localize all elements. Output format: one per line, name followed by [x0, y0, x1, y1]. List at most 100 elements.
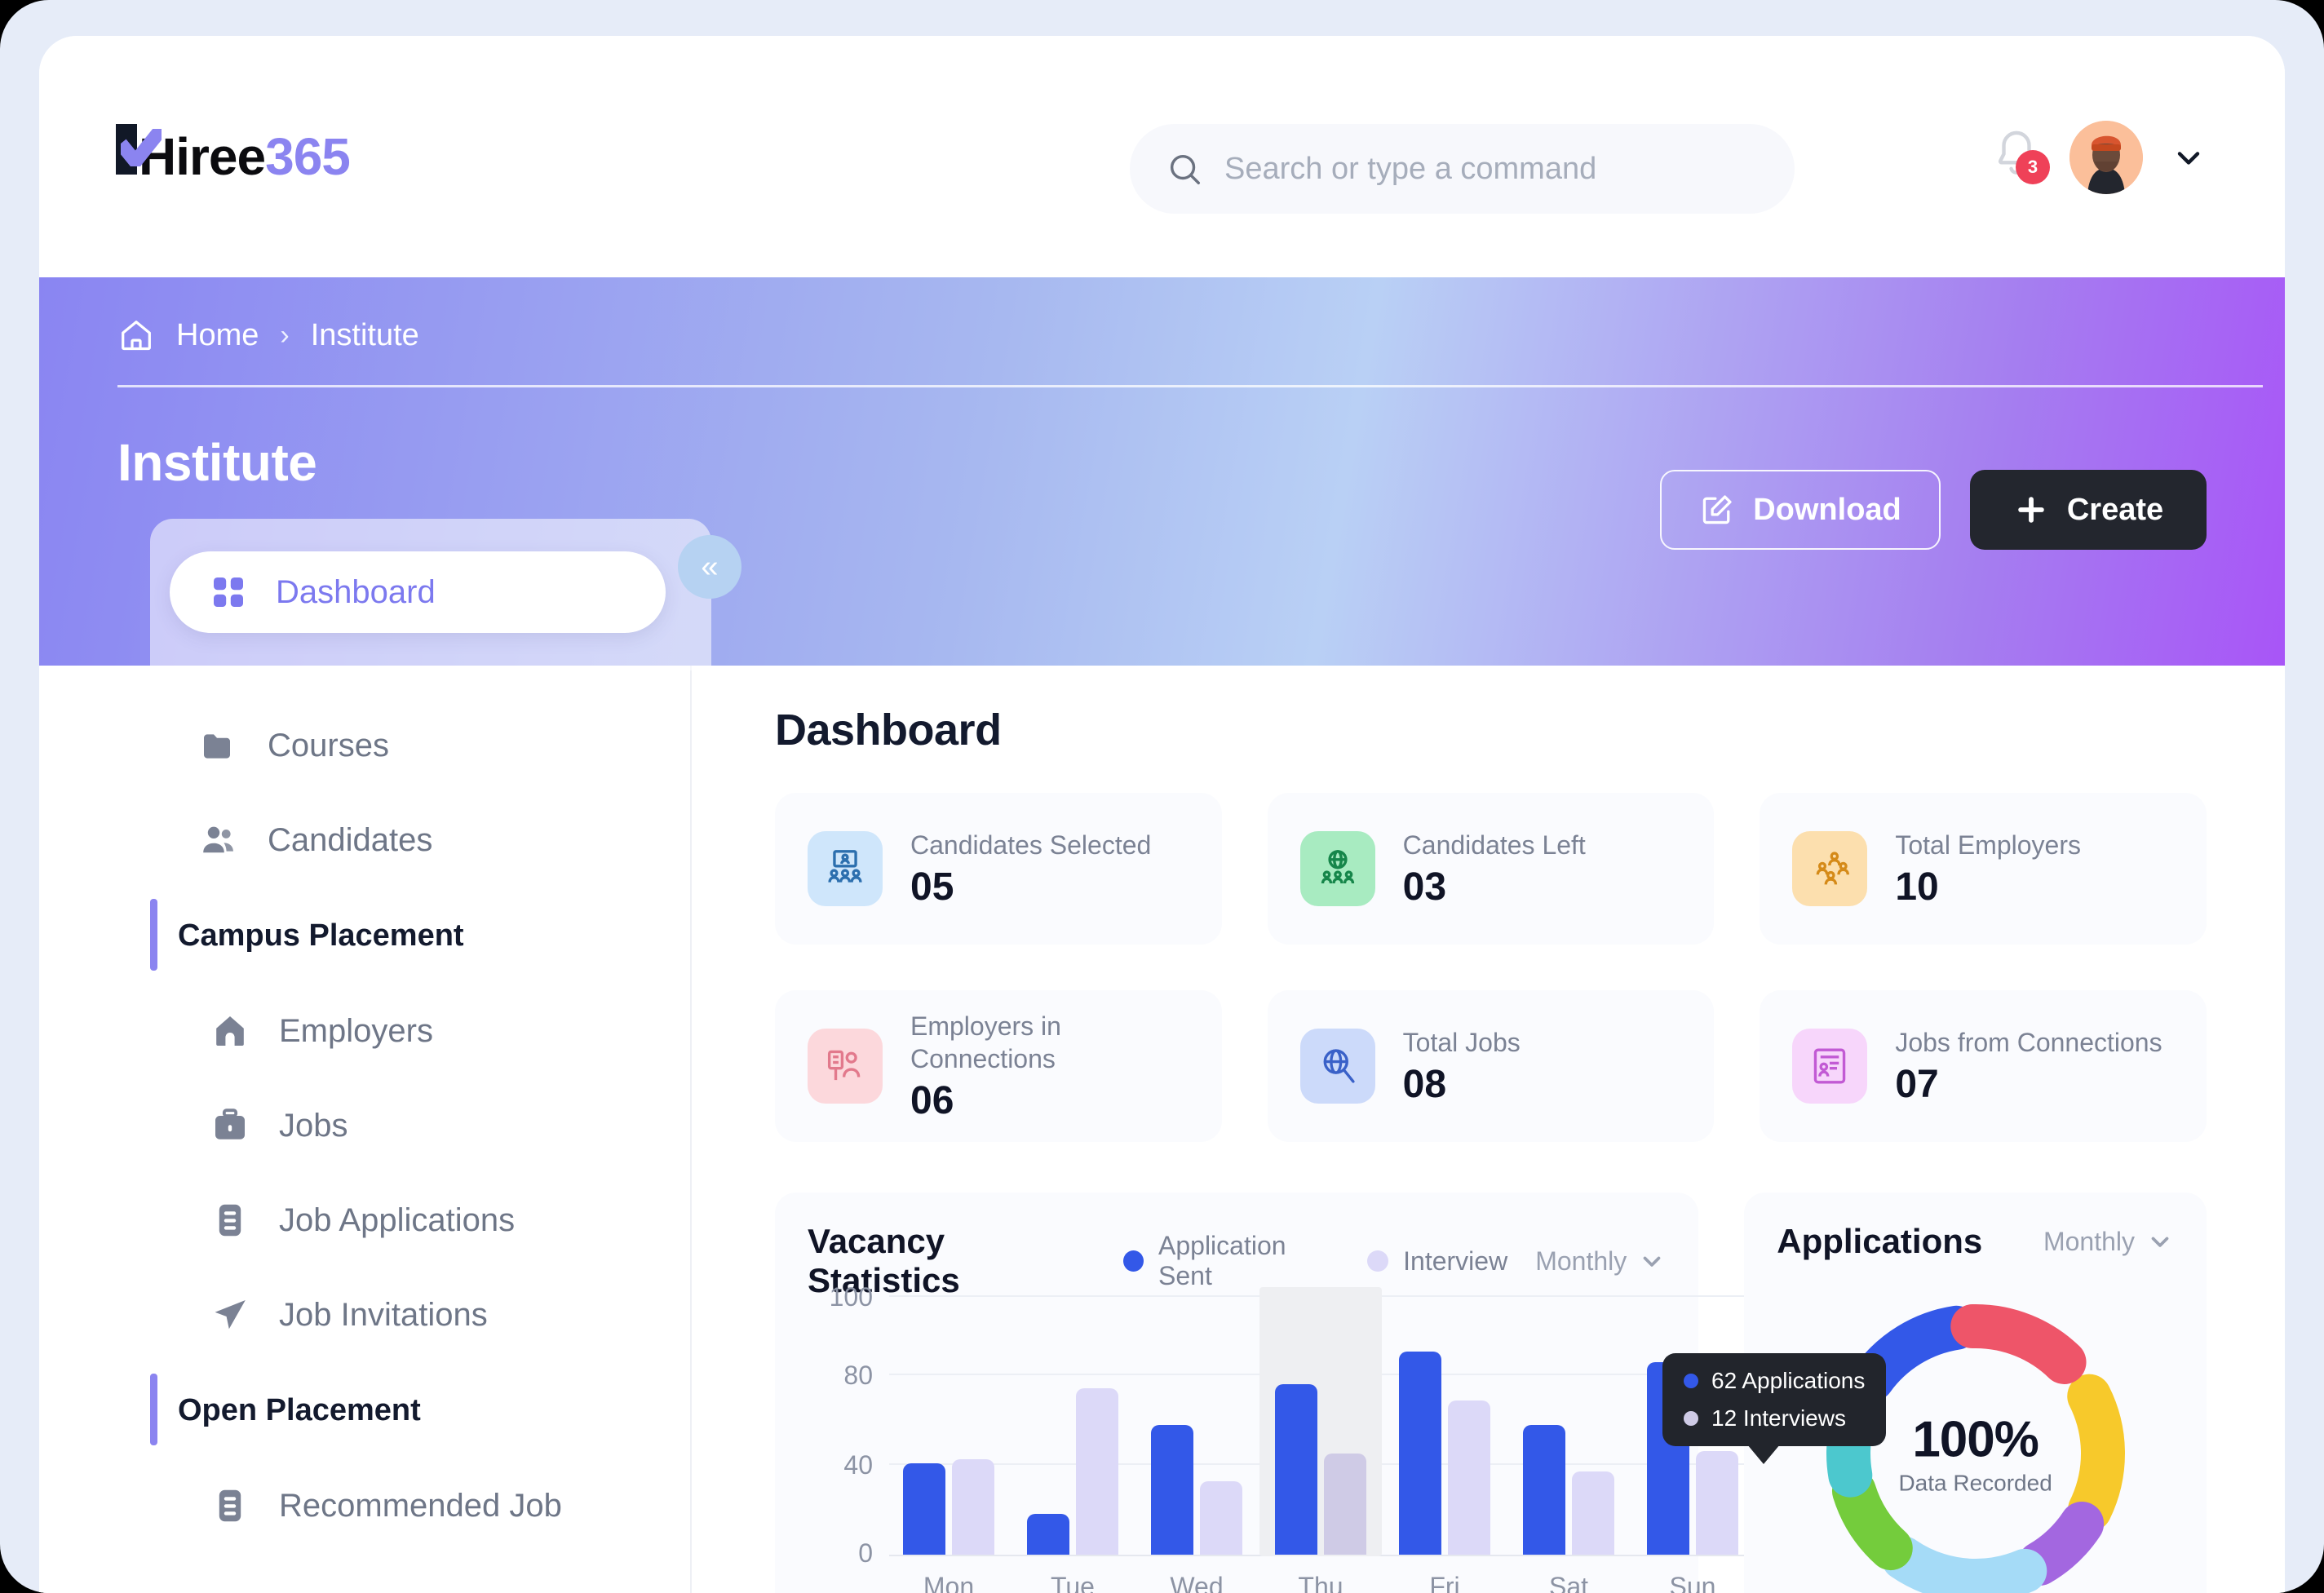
breadcrumb-current: Institute [310, 317, 419, 352]
bar-interview[interactable] [1324, 1454, 1366, 1555]
device-frame: Hiree 365 3 [0, 0, 2324, 1593]
avatar[interactable] [2069, 121, 2143, 194]
search-input[interactable] [1224, 151, 1746, 187]
sidebar-item-employers-label: Employers [279, 1012, 433, 1049]
search-bar[interactable] [1130, 124, 1795, 214]
stat-value: 10 [1895, 865, 1939, 909]
bar-interview[interactable] [1076, 1388, 1118, 1555]
stat-value: 07 [1895, 1062, 1939, 1106]
stat-card-total-employers[interactable]: Total Employers 10 [1760, 793, 2207, 945]
hero-actions: Download Create [1660, 470, 2207, 550]
avatar-image [2069, 121, 2143, 194]
chevron-down-icon [1643, 1256, 1661, 1267]
bar-application-sent[interactable] [1151, 1425, 1193, 1555]
y-tick-80: 80 [843, 1361, 873, 1390]
legend-label-interview: Interview [1403, 1246, 1508, 1276]
create-button[interactable]: Create [1970, 470, 2207, 550]
bar-group-thu[interactable]: 62 Applications 12 Interviews [1259, 1287, 1887, 1556]
app-logo[interactable]: Hiree 365 [116, 124, 351, 183]
sidebar-section-campus-placement-label: Campus Placement [178, 918, 464, 953]
bar-interview[interactable] [1696, 1451, 1738, 1555]
applications-header: Applications Monthly [1777, 1222, 2174, 1261]
bar-application-sent[interactable] [1275, 1384, 1317, 1555]
top-bar: Hiree 365 3 [39, 36, 2285, 245]
donut-percentage: 100% [1912, 1411, 2039, 1468]
bar-interview[interactable] [1200, 1481, 1242, 1555]
sidebar-section-open-placement-label: Open Placement [178, 1392, 421, 1427]
x-label-mon: Mon [923, 1572, 975, 1593]
notifications-button[interactable]: 3 [1991, 127, 2050, 188]
applications-period-label: Monthly [2043, 1226, 2135, 1256]
stat-card-total-jobs[interactable]: Total Jobs 08 [1267, 990, 1715, 1142]
sidebar-item-jobs-label: Jobs [279, 1107, 348, 1144]
bar-application-sent[interactable] [1399, 1352, 1441, 1555]
sidebar-item-recommended-job[interactable]: Recommended Job [39, 1458, 690, 1553]
breadcrumb-home[interactable]: Home [176, 318, 259, 353]
sidebar-item-employers[interactable]: Employers [39, 984, 690, 1078]
legend-dot-application-sent [1123, 1250, 1144, 1272]
stat-card-candidates-selected[interactable]: Candidates Selected 05 [775, 793, 1222, 945]
vacancy-plot-area: 100 80 40 0 62 Applications 12 Interview… [808, 1282, 1887, 1593]
home-icon[interactable] [117, 316, 155, 354]
account-chevron-down-icon[interactable] [2171, 139, 2207, 175]
document-icon [219, 1489, 241, 1522]
legend-label-application-sent: Application Sent [1158, 1231, 1286, 1290]
bar-group-wed[interactable] [1144, 1425, 1250, 1555]
sidebar-item-job-invitations[interactable]: Job Invitations [39, 1268, 690, 1362]
tooltip-dot-interviews [1684, 1411, 1698, 1426]
job-card-icon [1792, 1029, 1868, 1104]
donut-center-label: 100% Data Recorded [1853, 1411, 2098, 1497]
applications-period-dropdown[interactable]: Monthly [2043, 1227, 2174, 1257]
stat-card-employers-in-connections[interactable]: Employers in Connections 06 [775, 990, 1222, 1142]
donut-caption: Data Recorded [1898, 1470, 2052, 1496]
sidebar-nav: Courses Candidates Campus Placement Empl [39, 666, 690, 1553]
bar-interview[interactable] [1448, 1401, 1490, 1555]
send-icon [215, 1300, 246, 1330]
sidebar-item-dashboard-label: Dashboard [276, 573, 436, 610]
vacancy-statistics-header: Vacancy Statistics Application Sent Inte… [808, 1222, 1666, 1300]
stat-value: 03 [1402, 865, 1447, 909]
applications-title: Applications [1777, 1222, 1983, 1260]
sidebar-item-jobs[interactable]: Jobs [39, 1078, 690, 1173]
x-label-sun: Sun [1669, 1572, 1716, 1593]
y-tick-0: 0 [858, 1538, 873, 1568]
chevron-down-icon [2151, 1237, 2169, 1247]
folder-icon [204, 734, 230, 759]
sidebar-item-courses[interactable]: Courses [39, 698, 690, 793]
bar-application-sent[interactable] [1523, 1425, 1565, 1555]
sidebar-item-candidates[interactable]: Candidates [39, 793, 690, 887]
bar-group-tue[interactable] [1020, 1388, 1126, 1555]
stat-card-candidates-left[interactable]: Candidates Left 03 [1267, 793, 1715, 945]
bar-group-mon[interactable] [896, 1459, 1002, 1555]
stat-card-grid: Candidates Selected 05 Candidates Left 0… [775, 793, 2207, 1142]
legend-interview: Interview [1367, 1246, 1507, 1277]
download-button[interactable]: Download [1660, 470, 1941, 550]
sidebar-item-job-applications-label: Job Applications [279, 1201, 516, 1238]
sidebar-section-campus-placement: Campus Placement [39, 887, 690, 984]
stat-card-jobs-from-connections[interactable]: Jobs from Connections 07 [1760, 990, 2207, 1142]
sidebar-item-dashboard[interactable]: Dashboard [170, 551, 666, 633]
chevron-double-left-icon: « [701, 549, 719, 584]
tooltip-applications-label: 62 Applications [1711, 1368, 1866, 1393]
tooltip-interviews-label: 12 Interviews [1711, 1405, 1846, 1431]
sidebar: Dashboard « Courses Candidates Campus Pl… [39, 519, 741, 1593]
download-button-label: Download [1753, 492, 1901, 527]
hero-divider [117, 385, 2263, 387]
breadcrumb-separator: › [280, 319, 290, 351]
plus-icon [2018, 497, 2044, 523]
bar-group-sat[interactable] [1516, 1425, 1622, 1555]
bar-application-sent[interactable] [903, 1463, 945, 1555]
bar-interview[interactable] [952, 1459, 994, 1555]
bar-interview[interactable] [1572, 1471, 1614, 1555]
sidebar-collapse-button[interactable]: « [678, 535, 741, 599]
notification-badge: 3 [2016, 150, 2050, 184]
bar-application-sent[interactable] [1027, 1514, 1069, 1555]
stat-label: Employers in Connections [910, 1011, 1061, 1073]
sidebar-item-job-applications[interactable]: Job Applications [39, 1173, 690, 1268]
bar-series-container: 62 Applications 12 Interviews [896, 1287, 1887, 1556]
bar-group-fri[interactable] [1392, 1352, 1498, 1555]
sidebar-item-recommended-job-label: Recommended Job [279, 1487, 562, 1524]
sidebar-item-candidates-label: Candidates [268, 821, 433, 858]
sidebar-item-courses-label: Courses [268, 727, 389, 763]
vacancy-period-dropdown[interactable]: Monthly [1535, 1246, 1666, 1277]
